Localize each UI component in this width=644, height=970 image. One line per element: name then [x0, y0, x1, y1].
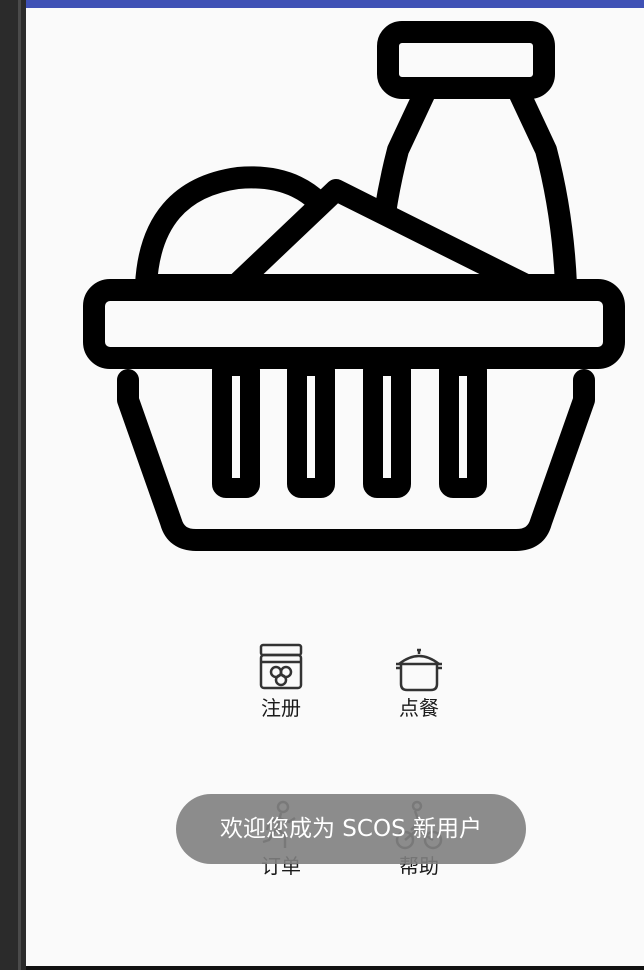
honey-jar-icon: [259, 643, 303, 690]
cooking-pot-icon: [396, 648, 442, 692]
welcome-toast: 欢迎您成为 SCOS 新用户: [176, 794, 526, 864]
device-frame-bottom: [26, 966, 644, 970]
status-bar: [26, 0, 644, 8]
device-frame-left: [0, 0, 26, 970]
menu-item-register[interactable]: 注册: [236, 642, 326, 720]
app-screen: 注册 点餐 订单 帮助 欢迎您成为 SCOS 新用户: [26, 0, 644, 966]
menu-item-order-food[interactable]: 点餐: [374, 642, 464, 720]
menu-item-label: 注册: [261, 696, 301, 720]
grocery-basket-icon: [83, 21, 625, 551]
menu-item-label: 点餐: [399, 696, 439, 720]
